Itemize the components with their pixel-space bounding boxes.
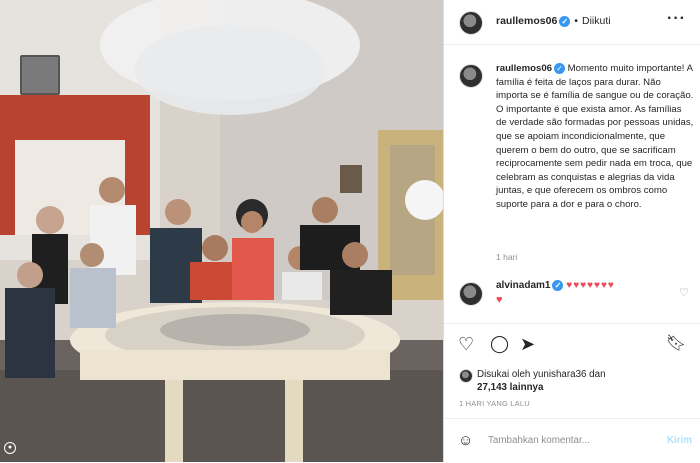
likes-summary: Disukai oleh yunishara36 dan 27,143 lain… (459, 368, 689, 394)
liker-avatar[interactable] (459, 369, 473, 383)
post-photo[interactable]: ● (0, 0, 443, 462)
tagged-users-icon[interactable]: ● (4, 442, 16, 454)
comment-like-icon[interactable]: ♡ (679, 286, 689, 299)
caption-body: Momento muito importante! A família é fe… (496, 63, 694, 210)
author-avatar[interactable] (459, 11, 483, 35)
emoji-icon[interactable]: ☺ (458, 432, 473, 449)
follow-status-button[interactable]: Diikuti (582, 15, 611, 27)
caption-username[interactable]: raullemos06 (496, 63, 552, 74)
commenter-line: alvinadam1 ✓ ♥♥♥♥♥♥♥ (496, 280, 615, 291)
family-photo-illustration (0, 0, 443, 462)
verified-badge-icon: ✓ (552, 280, 564, 291)
more-options-icon[interactable]: ··· (667, 10, 686, 28)
caption-time[interactable]: 1 hari (496, 252, 517, 262)
post-timestamp[interactable]: 1 HARI YANG LALU (459, 399, 530, 408)
verified-badge-icon: ✓ (554, 62, 565, 74)
comment-item: alvinadam1 ✓ ♥♥♥♥♥♥♥ ♥ ♡ (459, 280, 691, 310)
send-comment-button[interactable]: Kirim (667, 435, 692, 446)
verified-badge-icon: ✓ (559, 15, 571, 27)
bookmark-icon[interactable]: 🔖︎ (666, 334, 686, 354)
caption-avatar[interactable] (459, 64, 483, 88)
author-line: raullemos06 ✓ • Diikuti (496, 15, 611, 27)
send-icon[interactable]: ➤ (520, 334, 535, 354)
post-header: raullemos06 ✓ • Diikuti ··· (444, 0, 700, 45)
likes-line1: Disukai oleh yunishara36 dan (477, 369, 606, 380)
comment-icon[interactable]: ◯ (490, 334, 509, 354)
comment-hearts-row2: ♥ (496, 294, 503, 306)
heart-outline-icon[interactable]: ♡ (458, 334, 474, 354)
caption-text-block: raullemos06 ✓ Momento muito importante! A… (496, 62, 694, 212)
commenter-avatar[interactable] (459, 282, 483, 306)
add-comment-bar: ☺ Tambahkan komentar... Kirim (444, 418, 700, 463)
post-side-panel: raullemos06 ✓ • Diikuti ··· raullemos06 ✓ Mo… (443, 0, 700, 462)
author-username[interactable]: raullemos06 (496, 15, 557, 27)
separator-dot: • (574, 15, 578, 27)
action-bar: ♡ ◯ ➤ 🔖︎ (444, 323, 700, 364)
likes-text[interactable]: Disukai oleh yunishara36 dan 27,143 lain… (477, 368, 606, 394)
comment-hearts-row1: ♥♥♥♥♥♥♥ (566, 280, 615, 292)
comment-input[interactable]: Tambahkan komentar... (488, 435, 590, 446)
likes-line2: 27,143 lainnya (477, 382, 544, 393)
commenter-username[interactable]: alvinadam1 (496, 280, 550, 291)
